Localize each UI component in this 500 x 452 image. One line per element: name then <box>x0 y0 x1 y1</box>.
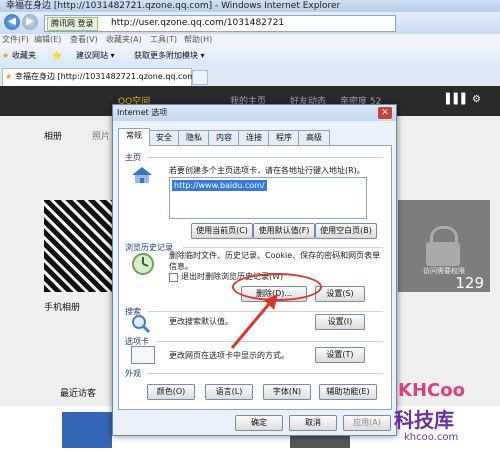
tab-advanced[interactable]: 高级 <box>298 130 330 145</box>
menu-file[interactable]: 文件(F) <box>2 34 29 46</box>
home-group-label: 主页 <box>125 153 141 162</box>
browser-tab[interactable]: ★ 幸福在身边 [http://1031482721.qzone.qq.com] <box>2 68 198 86</box>
ok-button[interactable]: 确定 <box>235 415 283 431</box>
back-arrow-icon[interactable]: ◀ <box>4 14 20 30</box>
search-description: 更改搜索默认值。 <box>169 317 233 326</box>
history-description: 删除临时文件、历史记录、Cookie、保存的密码和网页表单信息。 <box>169 251 381 271</box>
tab-security[interactable]: 安全 <box>148 130 180 145</box>
colors-button[interactable]: 颜色(O) <box>147 384 195 400</box>
suggested-sites[interactable]: 建议网站 ▾ <box>76 50 115 62</box>
watermark-brand: KHCoo <box>398 380 465 401</box>
use-current-button[interactable]: 使用当前页(C) <box>191 223 253 239</box>
menu-tools[interactable]: 工具(T) <box>150 34 177 46</box>
highlight-arrow <box>230 294 278 349</box>
album-label-phone[interactable]: 手机相册 <box>44 300 80 313</box>
dialog-title: Internet 选项 <box>117 108 168 117</box>
history-icon <box>131 252 155 276</box>
use-default-button[interactable]: 使用默认值(F) <box>253 223 315 239</box>
watermark-site: khcoo.com <box>404 432 459 443</box>
divider <box>147 373 383 374</box>
favorites-add-icon[interactable]: ⭐ <box>52 50 62 62</box>
visitor-avatar[interactable] <box>62 412 112 448</box>
home-url-value: http://www.baidu.com/ <box>172 180 267 191</box>
tab-privacy[interactable]: 隐私 <box>178 130 210 145</box>
watermark: KHCoo 科技库 khcoo.com <box>384 380 496 448</box>
internet-options-dialog: Internet 选项 ✕ 常规 安全 隐私 内容 连接 程序 高级 主页 若要… <box>112 104 397 436</box>
fonts-button[interactable]: 字体(N) <box>263 384 311 400</box>
tab-bar: ★ 幸福在身边 [http://1031482721.qzone.qq.com] <box>0 66 500 86</box>
search-settings-button[interactable]: 设置(I) <box>315 314 365 330</box>
tab-programs[interactable]: 程序 <box>268 130 300 145</box>
tab-title: 幸福在身边 [http://1031482721.qzone.qq.com] <box>15 72 199 81</box>
address-url: http://user.qzone.qq.com/1031482721 <box>111 18 285 28</box>
menu-edit[interactable]: 编辑(E) <box>34 34 61 46</box>
tab-general[interactable]: 常规 <box>118 128 150 146</box>
menu-view[interactable]: 查看(V) <box>70 34 98 46</box>
chart-icon[interactable]: ▌▌▌ <box>446 94 469 105</box>
window-titlebar: 幸福在身边 [http://1031482721.qzone.qq.com] -… <box>0 0 500 12</box>
lock-body <box>426 242 460 266</box>
menu-help[interactable]: 帮助(H) <box>184 34 212 46</box>
tab-content[interactable]: 内容 <box>208 130 240 145</box>
appearance-group-label: 外观 <box>125 369 141 378</box>
window-title: 幸福在身边 [http://1031482721.qzone.qq.com] -… <box>6 1 341 11</box>
address-tag: 腾讯网 登录 <box>47 17 98 31</box>
new-tab-button[interactable] <box>192 70 208 85</box>
tab-album[interactable]: 相册 <box>44 129 62 142</box>
home-url-field[interactable]: http://www.baidu.com/ <box>169 177 367 219</box>
delete-on-exit-checkbox[interactable] <box>169 273 178 282</box>
divider <box>147 157 383 158</box>
recent-visitors-title: 最近访客 <box>60 389 97 399</box>
tab-favicon: ★ <box>5 72 13 81</box>
tab-photo[interactable]: 照片 <box>92 129 110 142</box>
accessibility-button[interactable]: 辅助功能(E) <box>319 384 377 400</box>
star-icon[interactable]: ★ <box>2 50 9 62</box>
close-icon[interactable]: ✕ <box>378 107 392 119</box>
home-icon <box>131 166 153 184</box>
favorites-label[interactable]: 收藏夹 <box>12 50 36 62</box>
navigation-bar: ◀ ▶ 腾讯网 登录 http://user.qzone.qq.com/1031… <box>0 12 500 34</box>
tab-connections[interactable]: 连接 <box>238 130 270 145</box>
album-cover-locked[interactable]: 访问需要权限 129 <box>398 200 490 292</box>
get-addons[interactable]: 获取更多附加模块 ▾ <box>134 50 205 62</box>
home-description: 若要创建多个主页选项卡，请在各地址行键入地址(R)。 <box>169 166 365 175</box>
favorites-bar: ★ 收藏夹 ⭐ 建议网站 ▾ 获取更多附加模块 ▾ <box>0 46 500 67</box>
album-count: 129 <box>455 274 484 292</box>
cancel-button[interactable]: 取消 <box>289 415 337 431</box>
search-icon <box>131 314 151 334</box>
settings-icon[interactable]: ⚙ <box>472 94 481 105</box>
use-blank-button[interactable]: 使用空白页(B) <box>315 223 377 239</box>
menu-bar: 文件(F) 编辑(E) 查看(V) 收藏夹(A) 工具(T) 帮助(H) <box>0 34 500 46</box>
watermark-cn: 科技库 <box>394 408 454 432</box>
languages-button[interactable]: 语言(L) <box>205 384 253 400</box>
history-settings-button[interactable]: 设置(S) <box>315 286 365 302</box>
forward-arrow-icon[interactable]: ▶ <box>22 14 38 30</box>
tabs-settings-button[interactable]: 设置(T) <box>315 347 365 363</box>
menu-favorites[interactable]: 收藏夹(A) <box>106 34 142 46</box>
address-bar[interactable]: 腾讯网 登录 http://user.qzone.qq.com/10314827… <box>44 15 396 32</box>
divider <box>183 247 383 248</box>
dialog-titlebar: Internet 选项 ✕ <box>113 105 396 121</box>
tabs-icon <box>131 346 155 364</box>
